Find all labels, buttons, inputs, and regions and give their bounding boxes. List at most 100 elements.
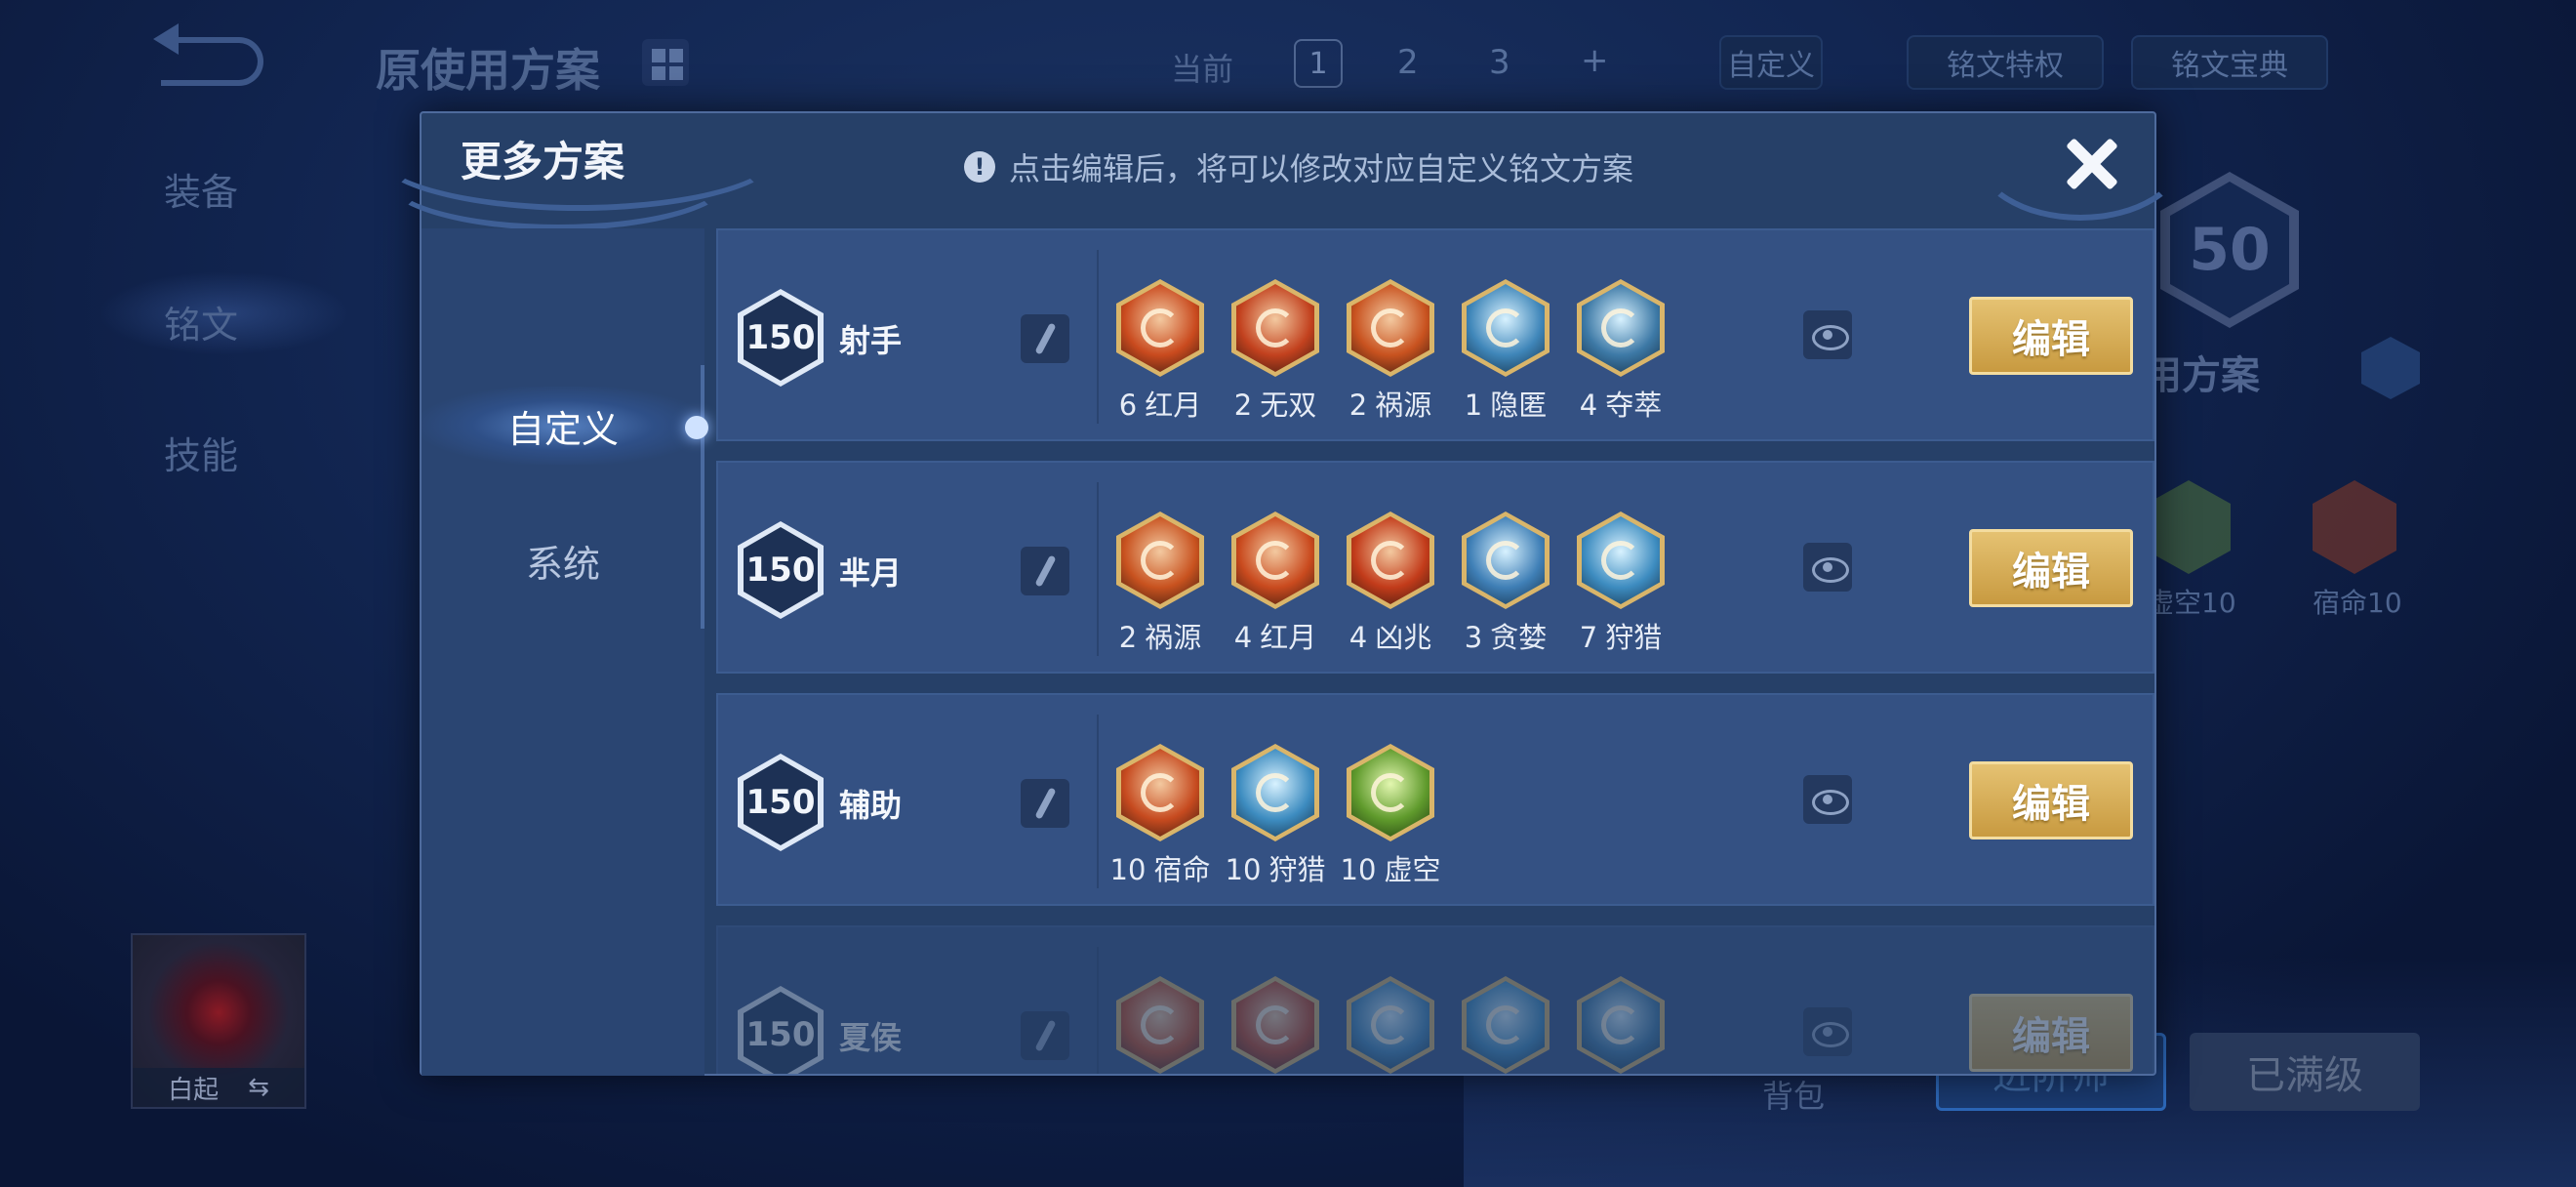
rename-pen-icon[interactable] bbox=[1021, 779, 1069, 828]
rune-item: 10 虚空 bbox=[1341, 744, 1440, 886]
level-value: 50 bbox=[2170, 182, 2289, 318]
side-item-equipment[interactable]: 装备 bbox=[164, 162, 238, 216]
side-item-runes[interactable]: 铭文 bbox=[164, 295, 238, 348]
rune-item bbox=[1116, 976, 1204, 1074]
rune-name: 狩猎 bbox=[1605, 621, 1663, 654]
rename-pen-icon[interactable] bbox=[1021, 1011, 1069, 1060]
rune-count: 1 bbox=[1464, 389, 1483, 422]
rune-icon bbox=[1231, 744, 1319, 841]
back-arrow-icon[interactable] bbox=[153, 23, 263, 86]
rune-label: 10 虚空 bbox=[1331, 847, 1450, 888]
rune-label: 1 隐匿 bbox=[1446, 383, 1565, 424]
plan-name: 射手 bbox=[839, 322, 903, 359]
hero-avatar[interactable]: 白起 ⇆ bbox=[131, 933, 306, 1109]
side-item-skills[interactable]: 技能 bbox=[164, 426, 238, 479]
level-badge: 150 bbox=[738, 754, 824, 851]
rename-pen-icon[interactable] bbox=[1021, 314, 1069, 363]
custom-button[interactable]: 自定义 bbox=[1719, 35, 1823, 90]
rune-icon bbox=[1116, 744, 1204, 841]
row-divider bbox=[1097, 947, 1099, 1074]
plan-list[interactable]: 150 射手 6 红月 2 无双 2 祸源 1 隐匿 4 夺萃 编辑 150 芈月 2 祸源 4 红月 4 凶兆 3 贪婪 7… bbox=[716, 228, 2156, 1074]
preview-eye-icon[interactable] bbox=[1803, 1007, 1852, 1056]
modal-title: 更多方案 bbox=[461, 139, 625, 184]
rune-icon bbox=[1347, 976, 1434, 1074]
rune-item bbox=[1231, 976, 1319, 1074]
rune-name: 无双 bbox=[1260, 389, 1317, 422]
rune-icon bbox=[1231, 512, 1319, 609]
rune-item: 2 祸源 bbox=[1116, 512, 1204, 654]
plan-row: 150 辅助 10 宿命 10 狩猎 10 虚空 编辑 bbox=[716, 693, 2154, 906]
rune-item bbox=[1462, 976, 1550, 1074]
add-plan-button[interactable]: + bbox=[1581, 41, 1609, 80]
rune-label: 4 夺萃 bbox=[1561, 383, 1680, 424]
rune-icon bbox=[1462, 976, 1550, 1074]
edit-button[interactable]: 编辑 bbox=[1969, 529, 2133, 607]
hero-bar: 白起 ⇆ bbox=[133, 1068, 304, 1107]
rename-pen-icon[interactable] bbox=[1021, 547, 1069, 595]
rune-label: 10 狩猎 bbox=[1216, 847, 1335, 888]
row-divider bbox=[1097, 715, 1099, 888]
plan-number-3[interactable]: 3 bbox=[1489, 43, 1510, 82]
plan-number-2[interactable]: 2 bbox=[1397, 43, 1419, 82]
tab-custom[interactable]: 自定义 bbox=[422, 387, 704, 465]
dictionary-label: 铭文宝典 bbox=[2171, 49, 2288, 83]
rune-label: 7 狩猎 bbox=[1561, 615, 1680, 656]
plan-name: 芈月 bbox=[839, 554, 903, 592]
swap-icon[interactable]: ⇆ bbox=[248, 1073, 269, 1102]
rune-label: 2 无双 bbox=[1216, 383, 1335, 424]
rune-name: 虚空 bbox=[1384, 853, 1441, 886]
rune-name: 祸源 bbox=[1375, 389, 1432, 422]
preview-eye-icon[interactable] bbox=[1803, 775, 1852, 824]
rune-count: 4 bbox=[1579, 389, 1598, 422]
rune-name: 凶兆 bbox=[1375, 621, 1432, 654]
preview-eye-icon[interactable] bbox=[1803, 310, 1852, 359]
rune-label: 2 祸源 bbox=[1101, 615, 1220, 656]
hint-bar: ! 点击编辑后，将可以修改对应自定义铭文方案 bbox=[964, 144, 1633, 189]
rune-item bbox=[1577, 976, 1665, 1074]
rune-count: 6 bbox=[1118, 389, 1138, 422]
rune-item: 10 狩猎 bbox=[1226, 744, 1325, 886]
tab-system[interactable]: 系统 bbox=[422, 521, 704, 599]
level-value: 150 bbox=[744, 295, 818, 381]
rune-item: 4 夺萃 bbox=[1577, 279, 1665, 422]
plan-name: 夏侯 bbox=[839, 1019, 903, 1056]
bag-label: 背包 bbox=[1762, 1078, 1826, 1115]
rune-label: 4 凶兆 bbox=[1331, 615, 1450, 656]
edit-button[interactable]: 编辑 bbox=[1969, 994, 2133, 1072]
rune-name: 宿命 bbox=[1153, 853, 1211, 886]
edit-button[interactable]: 编辑 bbox=[1969, 297, 2133, 375]
rune-name: 红月 bbox=[1260, 621, 1317, 654]
rune-label: 4 红月 bbox=[1216, 615, 1335, 656]
modal-header: 更多方案 ! 点击编辑后，将可以修改对应自定义铭文方案 bbox=[422, 113, 2154, 228]
hint-text: 点击编辑后，将可以修改对应自定义铭文方案 bbox=[1009, 150, 1634, 187]
preview-eye-icon[interactable] bbox=[1803, 543, 1852, 592]
rune-privilege-button[interactable]: 铭文特权 bbox=[1907, 35, 2104, 90]
rune-label: 2 祸源 bbox=[1331, 383, 1450, 424]
rune-count: 4 bbox=[1348, 621, 1368, 654]
full-level-button[interactable]: 已满级 bbox=[2190, 1033, 2420, 1111]
level-badge: 150 bbox=[738, 986, 824, 1074]
plan-number-1[interactable]: 1 bbox=[1294, 39, 1343, 88]
grid-menu-icon[interactable] bbox=[642, 39, 689, 86]
plan-row: 150 夏侯 编辑 bbox=[716, 925, 2154, 1074]
fate-rune-label: 宿命10 bbox=[2313, 587, 2402, 619]
edit-button[interactable]: 编辑 bbox=[1969, 761, 2133, 839]
page-title: 原使用方案 bbox=[376, 44, 600, 97]
close-icon[interactable] bbox=[2051, 123, 2133, 205]
rune-label: 10 宿命 bbox=[1101, 847, 1220, 888]
rune-count: 10 bbox=[1109, 853, 1147, 886]
rune-item: 4 红月 bbox=[1231, 512, 1319, 654]
rune-label: 6 红月 bbox=[1101, 383, 1220, 424]
rune-item: 2 无双 bbox=[1231, 279, 1319, 422]
level-badge: 150 bbox=[738, 521, 824, 619]
rune-dictionary-button[interactable]: 铭文宝典 bbox=[2131, 35, 2328, 90]
plan-type-nav: 自定义 系统 bbox=[422, 228, 708, 1076]
rune-name: 红月 bbox=[1145, 389, 1202, 422]
rune-icon bbox=[1347, 744, 1434, 841]
rune-icon bbox=[1577, 976, 1665, 1074]
rune-icon bbox=[1231, 976, 1319, 1074]
info-icon: ! bbox=[964, 151, 995, 183]
rune-icon bbox=[1462, 279, 1550, 377]
current-label: 当前 bbox=[1171, 51, 1234, 88]
rune-item: 2 祸源 bbox=[1347, 279, 1434, 422]
